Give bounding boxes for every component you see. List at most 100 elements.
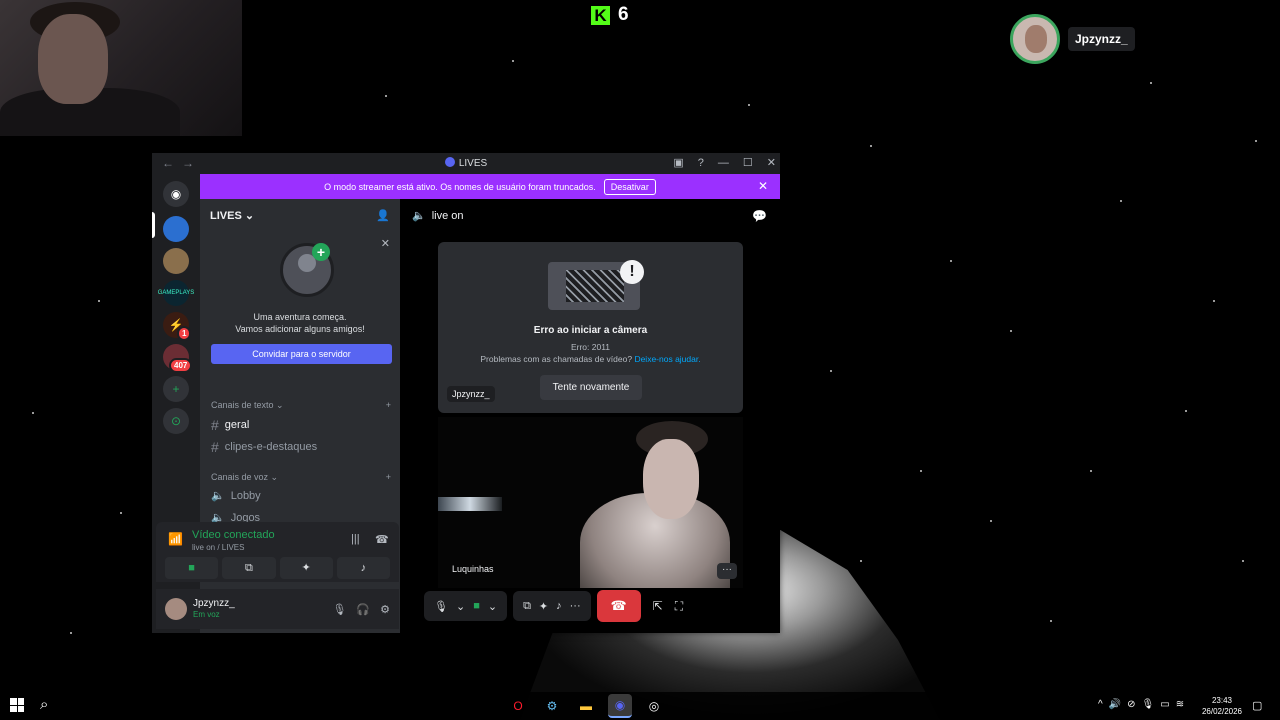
minimize-button[interactable]: — — [718, 153, 729, 174]
server-name: LIVES — [210, 209, 242, 222]
server-icon — [444, 157, 455, 167]
disconnect-icon[interactable]: ☎ — [375, 533, 389, 546]
disable-streamer-mode-button[interactable]: Desativar — [603, 178, 656, 195]
banner-text: O modo streamer está ativo. Os nomes de … — [324, 181, 596, 192]
hang-up-button[interactable]: ☎ — [596, 590, 641, 622]
discord-icon[interactable]: ◉ — [608, 694, 632, 718]
streamer-mode-banner: O modo streamer está ativo. Os nomes de … — [200, 174, 780, 199]
participant-name: Jpzynzz_ — [447, 386, 495, 402]
maximize-button[interactable]: ☐ — [743, 153, 753, 174]
plus-icon: + — [312, 243, 330, 261]
screen-share-icon[interactable]: ⧉ — [523, 600, 531, 613]
wifi-icon[interactable]: ≋ — [1176, 699, 1184, 710]
help-icon[interactable]: ? — [698, 153, 704, 174]
streamer-avatar — [1010, 14, 1060, 64]
voice-status[interactable]: Vídeo conectado — [192, 529, 275, 541]
speaker-icon: 🔈 — [211, 490, 225, 502]
text-channels-category[interactable]: Canais de texto ⌄ + — [211, 400, 391, 411]
fullscreen-icon[interactable]: ⛶ — [675, 599, 683, 614]
server-gameplays[interactable]: GAMEPLAYS — [158, 280, 194, 306]
soundboard-icon[interactable]: ♪ — [556, 600, 562, 612]
system-tray: ^ 🔊 ⊘ 🎙 ▭ ≋ — [1098, 699, 1184, 710]
call-controls: 🎙 ⌄ ■ ⌄ ⧉ ✦ ♪ ··· ☎ ⇱ ⛶ — [424, 590, 683, 622]
chat-icon[interactable]: 💬 — [752, 209, 767, 223]
taskbar-apps: O ⚙ ▬ ◉ ◎ — [506, 694, 666, 718]
help-link[interactable]: Deixe-nos ajudar. — [634, 354, 700, 364]
more-icon[interactable]: ··· — [570, 600, 581, 612]
windows-start-icon[interactable] — [10, 698, 24, 712]
server-header[interactable]: LIVES ⌄ 👤 — [200, 199, 400, 231]
file-explorer-icon[interactable]: ▬ — [574, 694, 598, 718]
noise-suppression-icon[interactable]: ||| — [351, 533, 360, 545]
steam-icon[interactable]: ⚙ — [540, 694, 564, 718]
retry-button[interactable]: Tente novamente — [540, 375, 642, 400]
invite-text: Uma aventura começa. Vamos adicionar alg… — [235, 312, 365, 334]
camera-icon[interactable]: ■ — [473, 600, 480, 612]
notifications-icon[interactable]: ▢ — [1252, 699, 1262, 712]
channel-geral[interactable]: # geral — [211, 417, 249, 433]
username: Jpzynzz_ — [193, 598, 235, 609]
invite-to-server-button[interactable]: Convidar para o servidor — [211, 344, 392, 364]
search-icon[interactable]: ⌕ — [40, 696, 48, 713]
close-banner-icon[interactable]: ✕ — [758, 179, 768, 193]
avatar[interactable] — [165, 598, 187, 620]
viewer-count: 6 — [618, 4, 629, 25]
volume-icon[interactable]: 🔊 — [1109, 699, 1121, 710]
speaker-icon: 🔈 — [412, 210, 426, 222]
error-description: Erro: 2011 Problemas com as chamadas de … — [480, 342, 701, 364]
explore-servers-icon[interactable]: ⊙ — [163, 408, 189, 434]
activities-button[interactable]: ✦ — [279, 557, 333, 579]
hash-icon: # — [211, 439, 219, 455]
close-window-button[interactable]: ✕ — [767, 153, 776, 174]
participant-name: Luquinhas — [452, 564, 494, 574]
display-icon[interactable]: ▭ — [1160, 699, 1169, 710]
hash-icon: # — [211, 417, 219, 433]
video-call-area: 🔈 live on 💬 ! Erro ao iniciar a câmera E… — [400, 199, 780, 633]
discord-home-icon[interactable]: ◉ — [163, 181, 189, 207]
voice-channels-category[interactable]: Canais de voz ⌄ + — [211, 472, 391, 483]
add-channel-icon[interactable]: + — [386, 400, 391, 411]
call-header: 🔈 live on 💬 — [412, 209, 767, 223]
mention-badge: 407 — [169, 358, 193, 373]
inbox-icon[interactable]: ▣ — [673, 153, 683, 174]
taskbar-clock[interactable]: 23:43 26/02/2026 — [1199, 695, 1245, 717]
voice-action-buttons: ■ ⧉ ✦ ♪ — [156, 557, 399, 579]
camera-button[interactable]: ■ — [165, 557, 219, 579]
streamer-tag: Jpzynzz_ — [1010, 14, 1135, 64]
voice-channel-lobby[interactable]: 🔈 Lobby — [211, 489, 261, 503]
network-off-icon[interactable]: ⊘ — [1127, 699, 1135, 710]
activities-icon[interactable]: ✦ — [539, 600, 548, 613]
error-title: Erro ao iniciar a câmera — [533, 325, 648, 336]
add-channel-icon[interactable]: + — [386, 472, 391, 483]
more-options-icon[interactable]: ··· — [717, 563, 737, 579]
screen-share-button[interactable]: ⧉ — [222, 557, 276, 579]
headphones-icon[interactable]: 🎧 — [356, 603, 370, 616]
chevron-down-icon: ⌄ — [244, 209, 255, 222]
chevron-down-icon[interactable]: ⌄ — [488, 600, 497, 613]
chevron-up-icon[interactable]: ^ — [1098, 699, 1103, 710]
microphone-icon[interactable]: 🎙 — [332, 603, 346, 616]
server-lives[interactable] — [163, 216, 189, 242]
soundboard-button[interactable]: ♪ — [336, 557, 390, 579]
server-icon-2[interactable] — [163, 248, 189, 274]
close-icon[interactable]: ✕ — [381, 237, 390, 250]
video-tile-participant[interactable]: Luquinhas ··· — [438, 417, 743, 588]
title-bar: ← → LIVES ▣ ? — ☐ ✕ — [152, 153, 780, 174]
call-channel-name: live on — [431, 209, 464, 222]
channel-clipes[interactable]: # clipes-e-destaques — [211, 439, 317, 455]
add-server-icon[interactable]: + — [163, 376, 189, 402]
obs-icon[interactable]: ◎ — [642, 694, 666, 718]
microphone-icon[interactable]: 🎙 — [1142, 699, 1155, 710]
chevron-down-icon[interactable]: ⌄ — [456, 600, 465, 613]
opera-icon[interactable]: O — [506, 694, 530, 718]
streamer-name: Jpzynzz_ — [1068, 27, 1135, 51]
discord-window: ← → LIVES ▣ ? — ☐ ✕ ◉ GAMEPLAYS ⚡ 1 407 … — [152, 153, 780, 633]
pop-out-icon[interactable]: ⇱ — [653, 599, 663, 614]
mention-badge: 1 — [177, 326, 192, 341]
streamer-webcam — [0, 0, 242, 136]
add-member-icon[interactable]: 👤 — [376, 209, 390, 222]
user-panel: Jpzynzz_ Em voz 🎙 🎧 ⚙ — [156, 589, 399, 629]
microphone-icon[interactable]: 🎙 — [434, 600, 448, 613]
gear-icon[interactable]: ⚙ — [380, 603, 390, 616]
video-tile-error: ! Erro ao iniciar a câmera Erro: 2011 Pr… — [438, 242, 743, 413]
